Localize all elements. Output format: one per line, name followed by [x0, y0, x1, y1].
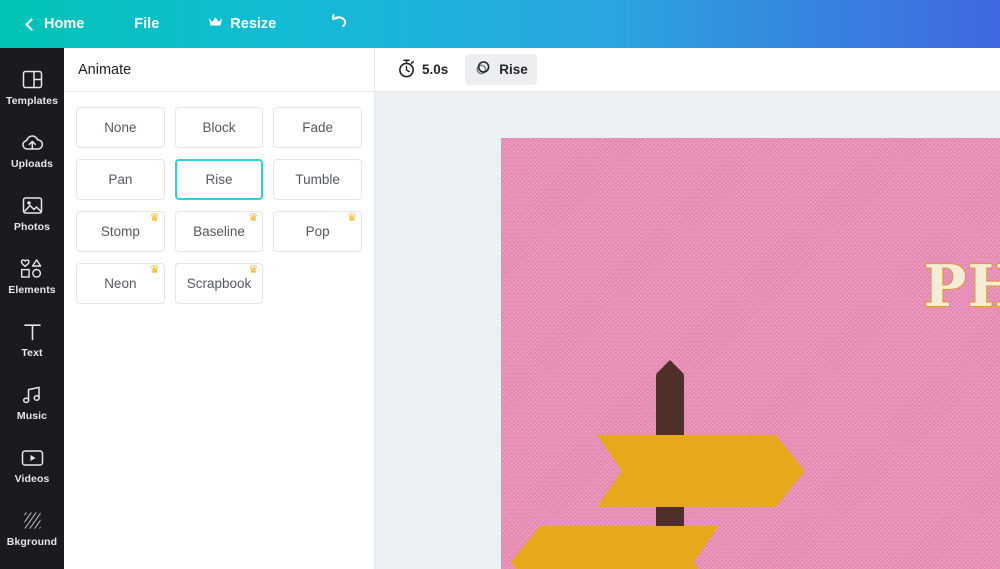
- text-t-icon: [23, 321, 42, 343]
- resize-button[interactable]: Resize: [198, 10, 286, 38]
- headline-line-2: PHO: [923, 253, 1000, 321]
- animation-option-baseline[interactable]: Baseline ♛: [174, 211, 264, 252]
- animation-option-fade[interactable]: Fade: [273, 107, 362, 148]
- upload-cloud-icon: [21, 132, 44, 154]
- animation-option-none[interactable]: None: [76, 107, 165, 148]
- sidebar-label-elements: Elements: [8, 283, 56, 296]
- sidebar-item-videos[interactable]: Videos: [0, 434, 64, 497]
- animation-label: Rise: [205, 172, 233, 187]
- animation-option-scrapbook[interactable]: Scrapbook ♛: [174, 263, 264, 304]
- templates-icon: [22, 69, 43, 91]
- animation-option-stomp[interactable]: Stomp ♛: [76, 211, 165, 252]
- animate-panel: Animate None Block Fade Pan Rise Tumble: [64, 48, 375, 569]
- animation-option-pan[interactable]: Pan: [76, 159, 165, 200]
- animation-label: Tumble: [295, 172, 340, 187]
- stopwatch-icon: [398, 58, 415, 81]
- sidebar-item-templates[interactable]: Templates: [0, 56, 64, 119]
- premium-crown-icon: ♛: [248, 264, 259, 276]
- sidebar-item-music[interactable]: Music: [0, 371, 64, 434]
- animate-label: Rise: [499, 62, 528, 77]
- animation-label: Block: [202, 120, 236, 135]
- sidebar-label-uploads: Uploads: [10, 157, 54, 170]
- duration-label: 5.0s: [422, 62, 449, 77]
- home-button[interactable]: Home: [17, 10, 94, 38]
- premium-crown-icon: ♛: [248, 212, 259, 224]
- duration-button[interactable]: 5.0s: [389, 54, 457, 86]
- sidebar-item-bkground[interactable]: Bkground: [0, 497, 64, 560]
- music-note-icon: [21, 384, 43, 406]
- animation-options-grid: None Block Fade Pan Rise Tumble Stomp ♛: [64, 92, 374, 304]
- animation-option-pop[interactable]: Pop ♛: [273, 211, 362, 252]
- shapes-icon: [20, 258, 44, 280]
- animation-label: Stomp: [100, 224, 140, 239]
- sidebar-item-elements[interactable]: Elements: [0, 245, 64, 308]
- file-menu-button[interactable]: File: [124, 10, 169, 38]
- animate-button[interactable]: Rise: [465, 54, 537, 85]
- sidebar-item-photos[interactable]: Photos: [0, 182, 64, 245]
- animation-label: Pan: [108, 172, 133, 187]
- animate-layers-icon: [474, 59, 492, 80]
- top-toolbar: Home File Resize: [0, 0, 1000, 48]
- sidebar-item-text[interactable]: Text: [0, 308, 64, 371]
- canvas-headline-text[interactable]: O PHO: [923, 200, 1000, 321]
- video-icon: [21, 447, 44, 469]
- animation-label: Fade: [302, 120, 334, 135]
- panel-title: Animate: [78, 61, 132, 78]
- animation-option-rise[interactable]: Rise: [174, 159, 264, 200]
- left-sidebar: Templates Uploads Photos Elements Text M…: [0, 48, 64, 569]
- home-label: Home: [44, 16, 85, 32]
- undo-button[interactable]: [321, 7, 357, 41]
- canva-editor-window: Home File Resize Templates Uploads Photo…: [0, 0, 1000, 569]
- signpost-arrow-right-graphic[interactable]: [597, 435, 805, 507]
- undo-icon: [329, 13, 349, 35]
- sidebar-label-bkground: Bkground: [6, 535, 58, 548]
- crown-icon: [208, 16, 223, 32]
- hatch-pattern-icon: [22, 510, 43, 532]
- premium-crown-icon: ♛: [149, 264, 160, 276]
- sidebar-label-templates: Templates: [5, 94, 59, 107]
- sidebar-label-photos: Photos: [13, 220, 51, 233]
- sidebar-label-music: Music: [16, 409, 48, 422]
- panel-header: Animate: [64, 48, 374, 92]
- resize-label: Resize: [230, 16, 277, 32]
- canvas-area[interactable]: O PHO: [375, 92, 1000, 569]
- signpost-arrow-left-graphic[interactable]: [511, 526, 719, 569]
- premium-crown-icon: ♛: [149, 212, 160, 224]
- design-canvas[interactable]: O PHO: [501, 138, 1000, 569]
- sidebar-label-text: Text: [21, 346, 43, 359]
- animation-option-tumble[interactable]: Tumble: [273, 159, 362, 200]
- photo-icon: [22, 195, 43, 217]
- animation-label: Neon: [104, 276, 137, 291]
- animation-label: Scrapbook: [186, 276, 252, 291]
- chevron-left-icon: [25, 17, 38, 31]
- animation-label: Pop: [305, 224, 330, 239]
- file-label: File: [134, 16, 160, 32]
- animation-option-block[interactable]: Block: [174, 107, 264, 148]
- animation-label: None: [104, 120, 137, 135]
- sidebar-label-videos: Videos: [14, 472, 50, 485]
- premium-crown-icon: ♛: [347, 212, 357, 224]
- sidebar-item-uploads[interactable]: Uploads: [0, 119, 64, 182]
- editor-toolbar: 5.0s Rise: [375, 48, 1000, 92]
- animation-option-neon[interactable]: Neon ♛: [76, 263, 165, 304]
- animation-label: Baseline: [193, 224, 245, 239]
